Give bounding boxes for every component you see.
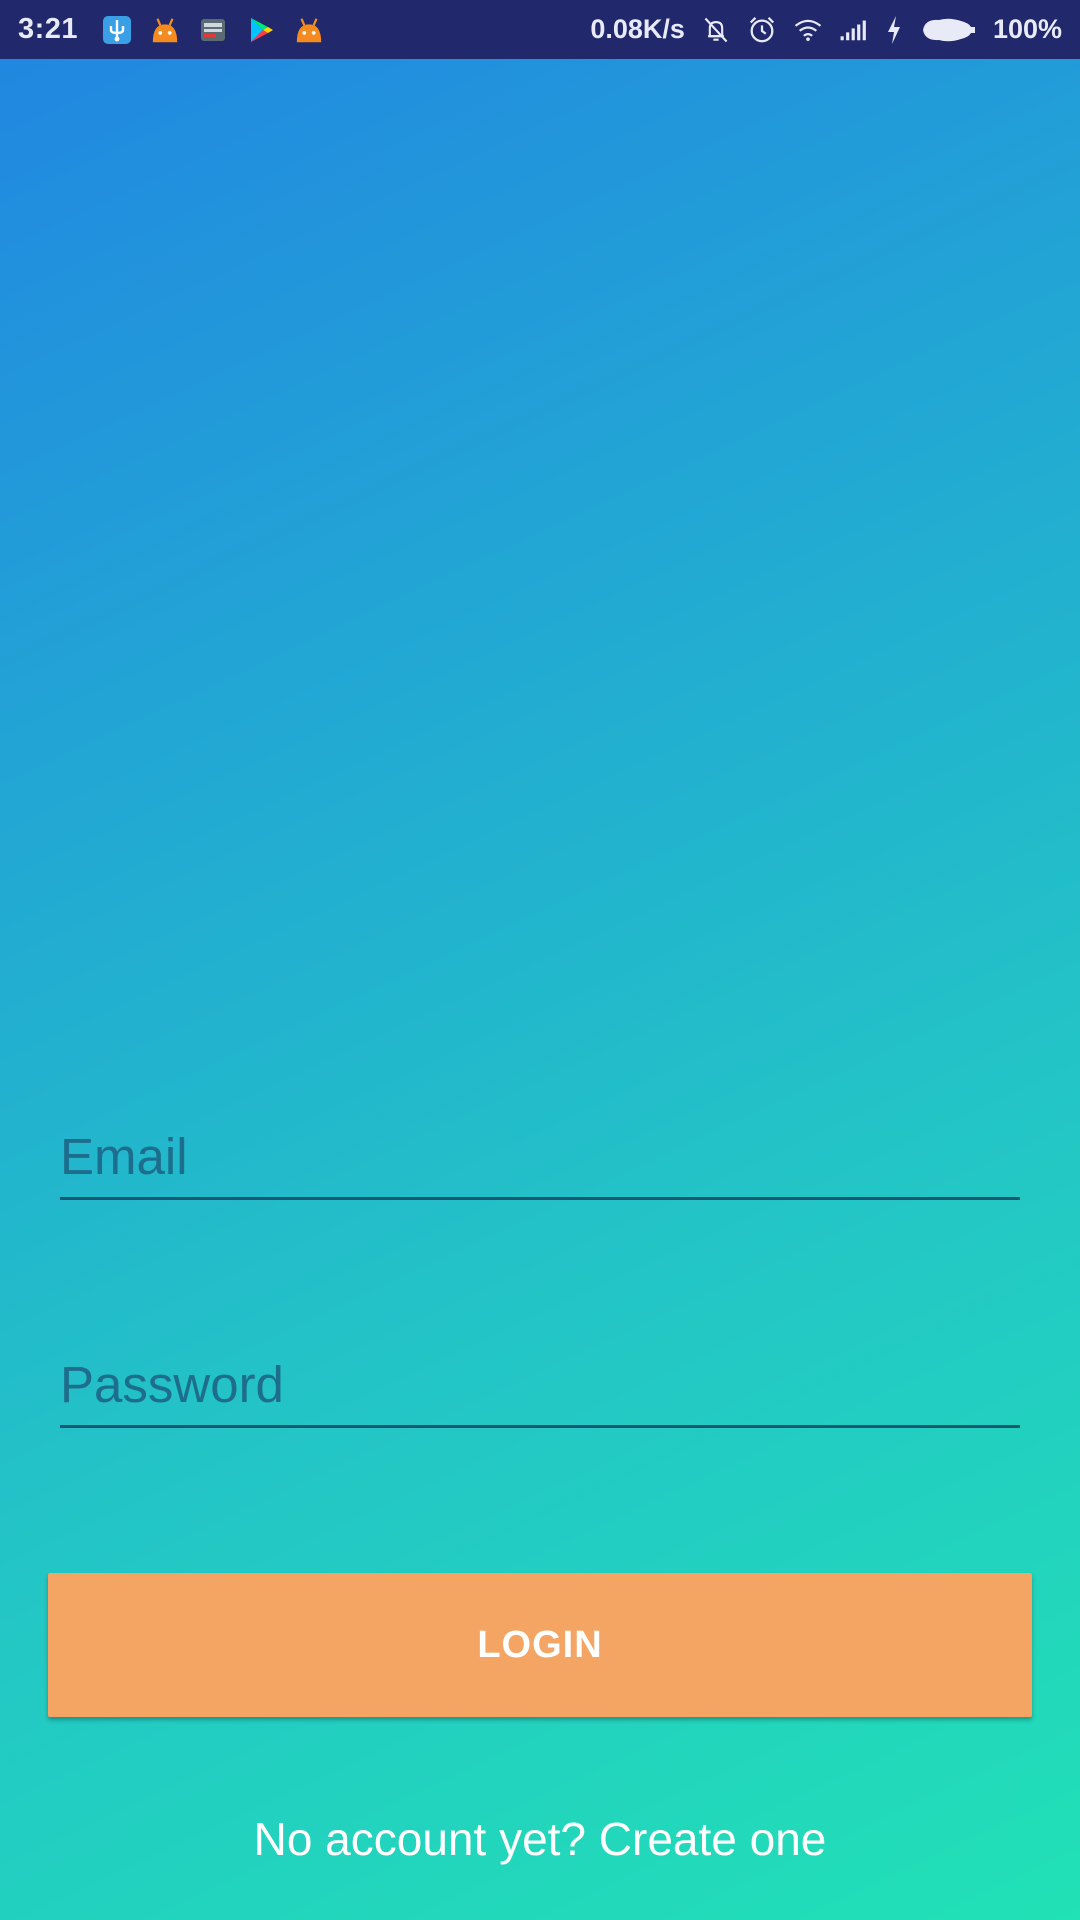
password-field-container — [60, 1348, 1020, 1428]
password-input[interactable] — [60, 1353, 1020, 1415]
status-bar: 3:21 0.08K/s 100% — [0, 0, 1080, 59]
play-store-icon — [246, 15, 276, 45]
alarm-icon — [747, 15, 777, 45]
email-field-container — [60, 1120, 1020, 1200]
notification-icons — [102, 15, 324, 45]
status-time: 3:21 — [18, 13, 79, 45]
email-input[interactable] — [60, 1125, 1020, 1187]
wifi-icon — [793, 15, 823, 45]
battery-percent: 100% — [992, 14, 1062, 44]
charging-icon — [885, 15, 903, 45]
battery-icon — [919, 15, 977, 45]
login-button[interactable]: LOGIN — [48, 1573, 1032, 1717]
news-app-icon — [198, 15, 228, 45]
create-account-link[interactable]: No account yet? Create one — [0, 1812, 1080, 1866]
android-icon — [294, 15, 324, 45]
mute-icon — [701, 15, 731, 45]
android-icon — [150, 15, 180, 45]
usb-icon — [102, 15, 132, 45]
network-speed: 0.08K/s — [590, 14, 685, 44]
signal-icon — [839, 15, 869, 45]
